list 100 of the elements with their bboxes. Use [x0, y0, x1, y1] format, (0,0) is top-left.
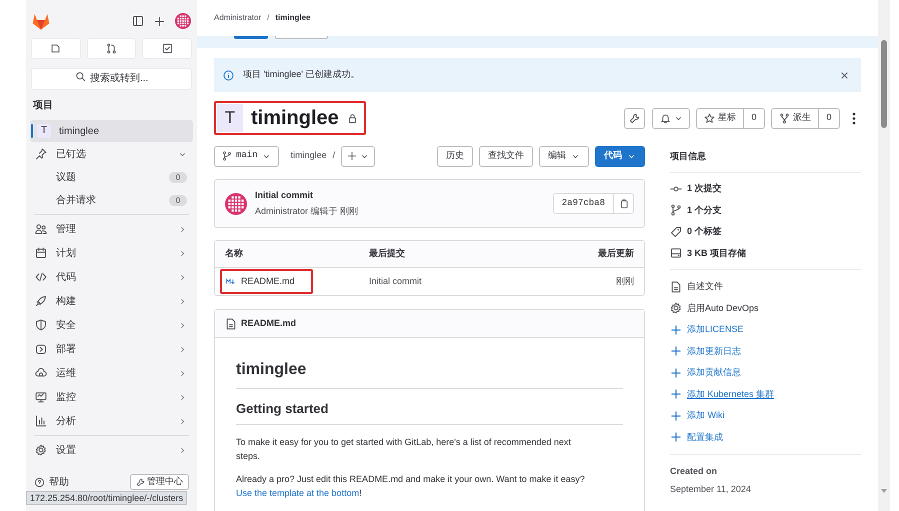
plus-icon[interactable] [154, 16, 165, 26]
toolbar-button[interactable]: 历史 [437, 146, 473, 166]
file-icon [670, 280, 682, 293]
checkbox-icon [162, 43, 173, 54]
project-avatar: T [37, 124, 51, 138]
merge-requests-button[interactable] [86, 38, 136, 59]
admin-button[interactable]: 管理中心 [130, 474, 189, 490]
nav-item[interactable]: 监控 [30, 385, 193, 409]
created-label: Created on [670, 465, 718, 478]
sidebar-toggle-icon[interactable] [132, 15, 144, 27]
file-link[interactable]: README.md [241, 274, 295, 288]
notification-button[interactable] [652, 108, 690, 128]
project-link[interactable]: 启用Auto DevOps [670, 298, 861, 319]
fork-icon [779, 112, 790, 124]
issue-icon [50, 43, 62, 54]
status-url: 172.25.254.80/root/timinglee/-/clusters [26, 491, 188, 505]
count-badge: 0 [169, 172, 187, 183]
more-options-icon[interactable] [852, 112, 856, 124]
project-link[interactable]: 添加LICENSE [670, 319, 861, 340]
readme-subheading: Getting started [236, 399, 623, 424]
wrench-icon [629, 112, 640, 124]
project-link[interactable]: 自述文件 [670, 276, 861, 298]
add-dropdown[interactable] [341, 146, 376, 166]
project-link[interactable]: 添加 Kubernetes 集群 [670, 384, 861, 405]
button-edge [275, 36, 328, 39]
project-stat[interactable]: 1 个分支 [670, 200, 861, 221]
logo-icon[interactable] [32, 12, 50, 30]
search-icon [75, 71, 86, 82]
merge-request-icon [106, 43, 117, 54]
pinned-nav-item[interactable]: 合并请求 0 [30, 189, 193, 212]
project-link[interactable]: 添加贡献信息 [670, 362, 861, 384]
pinned-nav-item[interactable]: 议题 0 [30, 166, 193, 189]
readme-paragraph: Already a pro? Just edit this README.md and make it your own. Want to make it easy? Use the template at the bottom! [236, 472, 586, 500]
path-separator: / [332, 149, 336, 162]
nav-item[interactable]: 设置 [30, 438, 193, 462]
nav-item[interactable]: 运维 [30, 361, 193, 385]
readme-paragraph: To make it easy for you to get started with GitLab, here's a list of recommended next steps. [236, 436, 572, 462]
plus-icon [670, 431, 682, 444]
nav-item[interactable]: 管理 [30, 217, 193, 241]
project-stat[interactable]: 3 KB 项目存储 [670, 242, 861, 264]
toolbar-button[interactable]: 查找文件 [479, 146, 533, 166]
column-header: 最后提交 [369, 247, 406, 260]
template-link[interactable]: Use the template at the bottom [236, 488, 360, 498]
count-label: 0 [825, 111, 832, 124]
commit-title[interactable]: Initial commit [255, 189, 545, 202]
branch-icon [670, 204, 682, 216]
project-title: timinglee [251, 106, 339, 131]
branch-icon [222, 151, 232, 161]
branch-dropdown[interactable]: main [214, 146, 279, 166]
project-stat[interactable]: 0 个标签 [670, 221, 861, 242]
scrollbar-thumb[interactable] [881, 40, 887, 128]
project-link[interactable]: 配置集成 [670, 426, 861, 448]
gear-icon [35, 444, 47, 456]
nav-item[interactable]: 构建 [30, 289, 193, 313]
breadcrumb-separator: / [267, 12, 270, 24]
calendar-icon [35, 247, 47, 259]
nav-item[interactable]: 分析 [30, 409, 193, 433]
breadcrumb-link[interactable]: timinglee [290, 149, 327, 163]
nav-item[interactable]: 计划 [30, 241, 193, 265]
project-link[interactable]: 添加 Wiki [670, 405, 861, 426]
markdown-icon [226, 276, 237, 287]
plus-icon [670, 410, 682, 422]
file-icon [225, 318, 237, 330]
readme-heading: timinglee [236, 358, 623, 389]
fork-button[interactable]: 派生 0 [771, 108, 840, 128]
issues-button[interactable] [31, 38, 81, 59]
close-icon[interactable] [840, 70, 849, 80]
rocket-icon [35, 295, 47, 307]
monitor-icon [35, 391, 47, 403]
tag-icon [670, 226, 682, 238]
project-link[interactable]: 添加更新日志 [670, 340, 861, 362]
plus-icon [670, 345, 682, 358]
toolbar-button[interactable]: 编辑 [539, 146, 589, 166]
settings-button[interactable] [624, 108, 645, 128]
commit-meta: Administrator 编辑于 刚刚 [255, 204, 360, 218]
nav-item[interactable]: 部署 [30, 337, 193, 361]
count-label: 0 [750, 111, 758, 124]
avatar[interactable] [175, 13, 191, 29]
pinned-nav-item[interactable]: 已钉选 [30, 142, 193, 166]
gear-icon [670, 302, 682, 314]
help-link[interactable]: 帮助 [34, 474, 69, 490]
deploy-icon [35, 343, 47, 355]
nav-item[interactable]: 安全 [30, 313, 193, 337]
project-avatar: T [217, 104, 243, 132]
code-icon [35, 271, 47, 283]
project-nav-item[interactable]: T timinglee [30, 120, 193, 142]
todo-button[interactable] [142, 38, 192, 59]
star-icon [704, 112, 715, 124]
chart-icon [35, 415, 47, 427]
commit-link[interactable]: Initial commit [369, 274, 616, 288]
nav-item[interactable]: 代码 [30, 265, 193, 289]
search-field[interactable]: 搜索或转到... [31, 68, 192, 90]
help-icon [34, 476, 45, 488]
star-button[interactable]: 星标 0 [696, 108, 765, 128]
wrench-icon [136, 478, 145, 486]
toolbar-button[interactable]: 代码 [595, 146, 645, 166]
bell-icon [660, 112, 670, 124]
breadcrumb-link[interactable]: Administrator [214, 12, 262, 24]
project-stat[interactable]: 1 次提交 [670, 178, 861, 200]
breadcrumb-link[interactable]: timinglee [275, 12, 310, 24]
